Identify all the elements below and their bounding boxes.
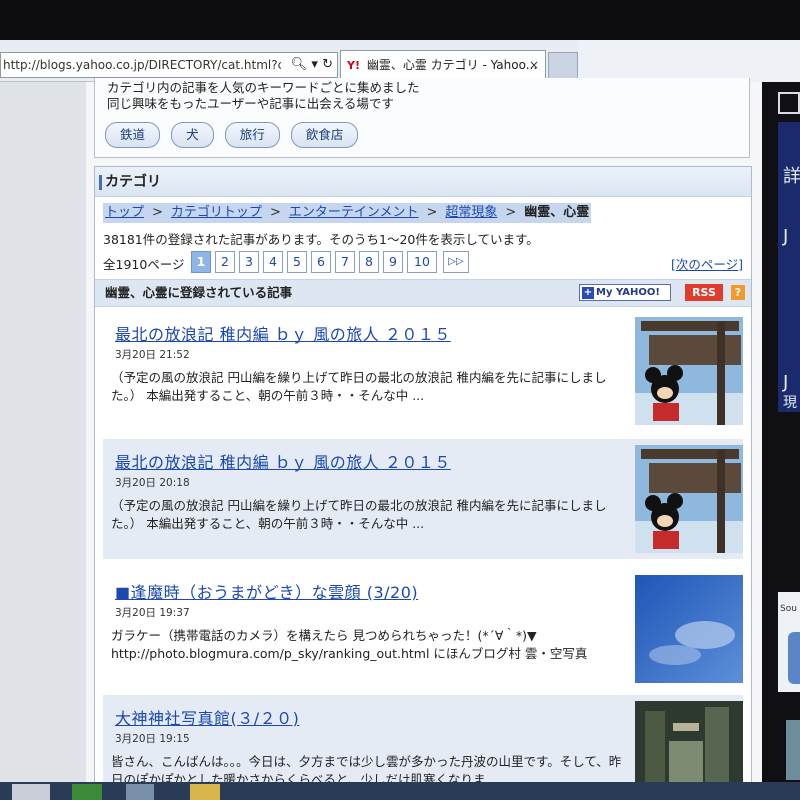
sidebar-char: J	[783, 226, 789, 247]
breadcrumb-separator: >	[505, 205, 517, 220]
article-summary: ガラケー（携帯電話のカメラ）を構えたら 見つめられちゃった！(*´∀｀*)▼ h…	[111, 628, 588, 661]
address-text[interactable]: http://blogs.yahoo.co.jp/DIRECTORY/cat.h…	[3, 53, 281, 77]
page-link[interactable]: 6	[311, 251, 331, 273]
taskbar-app-icon[interactable]	[72, 784, 102, 800]
rss-button[interactable]: RSS	[685, 284, 723, 301]
sidebar-banner[interactable]: 詳 J J 現	[778, 122, 800, 412]
page-content: カテゴリ内の記事を人気のキーワードごとに集めました 同じ興味をもったユーザーや記…	[0, 78, 762, 800]
list-heading-text: 幽霊、心霊に登録されている記事	[105, 285, 293, 300]
page-link[interactable]: 5	[287, 251, 307, 273]
tag-button[interactable]: 鉄道	[105, 122, 161, 148]
article-date: 3月20日 21:52	[115, 349, 190, 361]
category-heading: カテゴリ	[95, 167, 751, 197]
new-tab-button[interactable]	[548, 52, 578, 80]
breadcrumb-link[interactable]: エンターテインメント	[289, 205, 419, 220]
add-to-my-yahoo-button[interactable]: + My YAHOO!	[579, 284, 671, 301]
page-link[interactable]: 4	[263, 251, 283, 273]
sidebar-logo-icon	[778, 92, 800, 114]
page-link-current[interactable]: 1	[191, 251, 211, 273]
plus-icon: +	[582, 287, 594, 299]
taskbar-app-icon[interactable]	[12, 784, 50, 800]
sidebar-char: 現	[783, 395, 797, 411]
article-thumbnail[interactable]	[635, 445, 743, 553]
article-summary: （予定の風の放浪記 円山編を繰り上げて昨日の最北の放浪記 稚内編を先に記事にしま…	[111, 498, 607, 531]
breadcrumb-link[interactable]: 超常現象	[445, 205, 497, 220]
close-icon[interactable]: ×	[529, 51, 539, 79]
toolbar-empty-area	[578, 40, 800, 82]
breadcrumb-link[interactable]: カテゴリトップ	[171, 205, 262, 220]
intro-line-1: カテゴリ内の記事を人気のキーワードごとに集めました	[107, 80, 420, 95]
browser-toolbar: http://blogs.yahoo.co.jp/DIRECTORY/cat.h…	[0, 40, 800, 82]
article-title[interactable]: 最北の放浪記 稚内編 ｂｙ 風の旅人 ２０１５	[115, 449, 451, 473]
next-page-link[interactable]: [次のページ]	[671, 254, 743, 273]
article-thumbnail[interactable]	[635, 575, 743, 683]
intro-box: カテゴリ内の記事を人気のキーワードごとに集めました 同じ興味をもったユーザーや記…	[94, 78, 750, 158]
article-title[interactable]: ■逢魔時（おうまがどき）な雲顔 (3/20)	[115, 579, 418, 603]
page-link[interactable]: 9	[383, 251, 403, 273]
page-link[interactable]: 10	[407, 251, 437, 273]
article-title[interactable]: 最北の放浪記 稚内編 ｂｙ 風の旅人 ２０１５	[115, 321, 451, 345]
sidebar-char: J	[783, 372, 789, 393]
pagination: 全1910ページ 1 2 3 4 5 6 7 8 9 10 ▷▷ [次のページ]	[103, 251, 743, 275]
article-summary: （予定の風の放浪記 円山編を繰り上げて昨日の最北の放浪記 稚内編を先に記事にしま…	[111, 370, 607, 403]
my-yahoo-label: My YAHOO!	[596, 287, 660, 298]
breadcrumb-current: 幽霊、心霊	[524, 205, 590, 220]
result-count: 38181件の登録された記事があります。そのうち1～20件を表示しています。	[103, 232, 539, 247]
article-date: 3月20日 19:15	[115, 733, 190, 745]
sidebar-button[interactable]	[788, 632, 800, 684]
sidebar-image	[786, 720, 800, 780]
keyword-tags: 鉄道 犬 旅行 飲食店	[105, 122, 364, 148]
tag-button[interactable]: 飲食店	[290, 122, 359, 148]
article-date: 3月20日 20:18	[115, 477, 190, 489]
chevron-down-icon[interactable]: ▾	[311, 57, 318, 72]
tag-button[interactable]: 犬	[171, 122, 214, 148]
page-link[interactable]: 2	[215, 251, 235, 273]
taskbar-app-icon[interactable]	[190, 784, 220, 800]
browser-tab-active[interactable]: Y! 幽霊、心霊 カテゴリ - Yahoo... ×	[340, 50, 546, 80]
address-bar[interactable]: http://blogs.yahoo.co.jp/DIRECTORY/cat.h…	[0, 52, 338, 78]
tab-title: 幽霊、心霊 カテゴリ - Yahoo...	[366, 58, 538, 72]
breadcrumb-separator: >	[426, 205, 438, 220]
page-link[interactable]: 7	[335, 251, 355, 273]
breadcrumb: トップ > カテゴリトップ > エンターテインメント > 超常現象 > 幽霊、心霊	[103, 203, 592, 223]
sidebar-widget-label: Sou	[780, 604, 797, 614]
page-link[interactable]: 3	[239, 251, 259, 273]
yahoo-favicon-icon: Y!	[347, 59, 360, 72]
article-item: 最北の放浪記 稚内編 ｂｙ 風の旅人 ２０１５ 3月20日 20:18 （予定の…	[103, 439, 743, 559]
tag-button[interactable]: 旅行	[224, 122, 280, 148]
breadcrumb-separator: >	[152, 205, 163, 220]
article-thumbnail[interactable]	[635, 317, 743, 425]
taskbar	[0, 782, 800, 800]
article-item: ■逢魔時（おうまがどき）な雲顔 (3/20) 3月20日 19:37 ガラケー（…	[103, 569, 743, 689]
article-item: 最北の放浪記 稚内編 ｂｙ 風の旅人 ２０１５ 3月20日 21:52 （予定の…	[103, 311, 743, 431]
sidebar-char: 詳	[783, 166, 800, 187]
main-column: カテゴリ内の記事を人気のキーワードごとに集めました 同じ興味をもったユーザーや記…	[86, 78, 762, 800]
help-icon[interactable]: ?	[731, 285, 745, 300]
taskbar-app-icon[interactable]	[126, 784, 154, 800]
intro-line-2: 同じ興味をもったユーザーや記事に出会える場です	[107, 96, 394, 111]
search-icon[interactable]: 🔍︎	[291, 57, 308, 72]
list-heading: 幽霊、心霊に登録されている記事 + My YAHOO! RSS ?	[95, 279, 751, 307]
breadcrumb-link[interactable]: トップ	[105, 205, 144, 220]
left-margin	[0, 82, 86, 800]
article-date: 3月20日 19:37	[115, 607, 190, 619]
breadcrumb-separator: >	[269, 205, 281, 220]
address-icons: 🔍︎ ▾ ↻	[291, 53, 333, 77]
page-link[interactable]: 8	[359, 251, 379, 273]
article-title[interactable]: 大神神社写真館(３/２０)	[115, 705, 299, 729]
next-pages-icon[interactable]: ▷▷	[443, 251, 469, 273]
total-pages: 全1910ページ	[103, 257, 185, 272]
category-box: カテゴリ トップ > カテゴリトップ > エンターテインメント > 超常現象 > 幽霊、心霊 3…	[94, 166, 752, 800]
refresh-icon[interactable]: ↻	[322, 57, 333, 72]
